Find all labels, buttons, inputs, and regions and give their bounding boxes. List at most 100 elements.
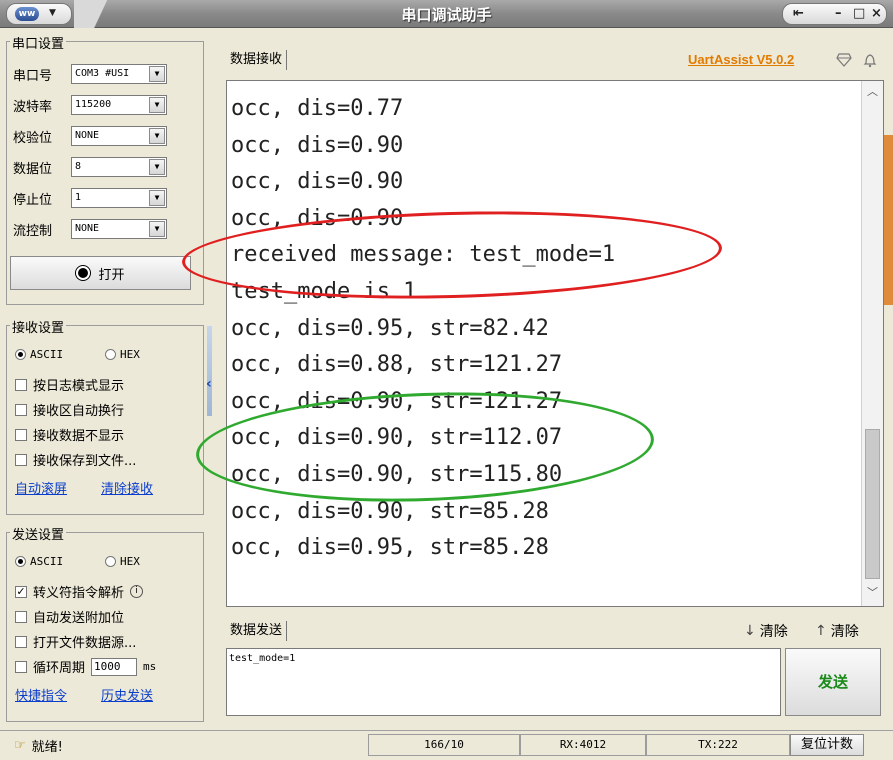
receive-settings-title: 接收设置 [10, 317, 67, 336]
log-mode-checkbox[interactable]: 按日志模式显示 [15, 375, 124, 394]
version-link[interactable]: UartAssist V5.0.2 [688, 52, 794, 67]
receive-hex-radio[interactable]: HEX [105, 348, 140, 361]
baud-select[interactable]: 115200 ▼ [71, 95, 167, 115]
checkbox-checked-icon[interactable]: ✓ [15, 585, 27, 598]
databits-row: 数据位 8 ▼ [13, 156, 167, 178]
send-history-link[interactable]: 历史发送 [101, 685, 153, 704]
pin-icon[interactable]: ⇤ [793, 6, 804, 21]
send-hex-label: HEX [120, 555, 140, 568]
receive-line: occ, dis=0.77 [231, 96, 404, 121]
chevron-down-icon[interactable]: ▼ [149, 190, 165, 206]
shortcut-commands-link[interactable]: 快捷指令 [15, 685, 67, 704]
clear-receive-link[interactable]: 清除接收 [101, 478, 153, 497]
port-select[interactable]: COM3 #USI ▼ [71, 64, 167, 84]
loop-send-checkbox[interactable]: 循环周期 1000 ms [15, 657, 156, 676]
parity-select[interactable]: NONE ▼ [71, 126, 167, 146]
chevron-down-icon[interactable]: ﹀ [862, 584, 883, 604]
reset-count-button[interactable]: 复位计数 [790, 734, 864, 756]
checkbox-icon[interactable] [15, 378, 27, 391]
receive-line: occ, dis=0.88, str=121.27 [231, 352, 563, 378]
stopbits-label: 停止位 [13, 192, 53, 208]
autoscroll-link[interactable]: 自动滚屏 [15, 478, 67, 497]
chevron-down-icon[interactable]: ▼ [149, 159, 165, 175]
chevron-down-icon[interactable]: ▼ [149, 128, 165, 144]
status-ready-label: 就绪! [31, 740, 63, 755]
tab-receive[interactable]: 数据接收 [226, 50, 288, 70]
hide-data-checkbox[interactable]: 接收数据不显示 [15, 425, 124, 444]
open-port-button[interactable]: 打开 [10, 256, 191, 290]
window-title: 串口调试助手 [401, 6, 492, 24]
radio-icon[interactable] [105, 556, 116, 567]
port-row: 串口号 COM3 #USI ▼ [13, 63, 167, 85]
receive-line: occ, dis=0.95, str=85.28 [231, 535, 549, 561]
send-ascii-label: ASCII [30, 555, 64, 568]
send-ascii-radio[interactable]: ASCII [15, 555, 63, 568]
checkbox-icon[interactable] [15, 453, 27, 466]
flow-label: 流控制 [13, 223, 53, 239]
serial-settings-title: 串口设置 [10, 33, 67, 52]
scrollbar-thumb[interactable] [865, 429, 880, 579]
side-accent-strip [884, 135, 893, 305]
clear-all-button[interactable]: ↑ 清除 [815, 621, 859, 641]
clear-send-button[interactable]: ↓ 清除 [744, 621, 788, 641]
bell-icon[interactable] [862, 52, 878, 68]
databits-select[interactable]: 8 ▼ [71, 157, 167, 177]
escape-parse-checkbox[interactable]: ✓ 转义符指令解析 i [15, 582, 144, 601]
checkbox-icon[interactable] [15, 403, 27, 416]
chevron-down-icon[interactable]: ▼ [149, 66, 165, 82]
receive-ascii-radio[interactable]: ASCII [15, 348, 63, 361]
chevron-up-icon[interactable]: ︿ [862, 83, 883, 103]
parity-label: 校验位 [13, 130, 53, 146]
splitter-handle[interactable] [207, 326, 212, 416]
receive-scrollbar[interactable]: ︿ ﹀ [861, 81, 883, 606]
panel-splitter[interactable]: ‹ [206, 326, 214, 416]
info-icon[interactable]: i [130, 585, 144, 598]
chevron-down-icon[interactable]: ▼ [149, 97, 165, 113]
log-mode-label: 按日志模式显示 [33, 379, 125, 394]
auto-append-label: 自动发送附加位 [33, 611, 125, 626]
status-counter: 166/10 [368, 734, 520, 756]
status-ready: ☞ 就绪! [14, 736, 63, 755]
arrow-down-icon: ↓ [744, 623, 756, 639]
hide-data-label: 接收数据不显示 [33, 429, 125, 444]
radio-selected-icon[interactable] [15, 349, 26, 360]
send-button[interactable]: 发送 [785, 648, 881, 716]
receive-line: occ, dis=0.90 [231, 132, 404, 158]
minimize-button[interactable]: – [835, 6, 842, 21]
send-hex-radio[interactable]: HEX [105, 555, 140, 568]
checkbox-icon[interactable] [15, 610, 27, 623]
receive-line: occ, dis=0.95, str=82.42 [231, 315, 549, 341]
loop-period-input[interactable]: 1000 [91, 657, 138, 676]
auto-wrap-label: 接收区自动换行 [33, 404, 125, 419]
radio-icon[interactable] [105, 349, 116, 360]
checkbox-icon[interactable] [15, 428, 27, 441]
checkbox-icon[interactable] [15, 660, 27, 673]
save-file-checkbox[interactable]: 接收保存到文件... [15, 450, 136, 469]
tab-send[interactable]: 数据发送 [226, 621, 288, 641]
diamond-icon[interactable] [836, 52, 852, 68]
open-file-source-checkbox[interactable]: 打开文件数据源... [15, 632, 136, 651]
receive-hex-label: HEX [120, 348, 140, 361]
save-file-label: 接收保存到文件... [33, 454, 137, 469]
maximize-button[interactable]: □ [853, 6, 865, 21]
collapse-left-icon[interactable]: ‹ [206, 376, 212, 392]
receive-ascii-label: ASCII [30, 348, 64, 361]
loop-unit-label: ms [143, 660, 157, 673]
radio-selected-icon[interactable] [15, 556, 26, 567]
checkbox-icon[interactable] [15, 635, 27, 648]
baud-value: 115200 [75, 99, 112, 110]
stopbits-select[interactable]: 1 ▼ [71, 188, 167, 208]
window-controls: ⇤ – □ × [782, 3, 887, 25]
stopbits-row: 停止位 1 ▼ [13, 187, 167, 209]
auto-append-checkbox[interactable]: 自动发送附加位 [15, 607, 124, 626]
send-input[interactable]: test_mode=1 [226, 648, 781, 716]
parity-row: 校验位 NONE ▼ [13, 125, 167, 147]
auto-wrap-checkbox[interactable]: 接收区自动换行 [15, 400, 124, 419]
status-tx: TX:222 [646, 734, 790, 756]
flow-select[interactable]: NONE ▼ [71, 219, 167, 239]
status-rx: RX:4012 [520, 734, 646, 756]
chevron-down-icon[interactable]: ▼ [149, 221, 165, 237]
parity-value: NONE [75, 130, 100, 141]
close-button[interactable]: × [871, 6, 882, 21]
receive-textarea[interactable]: occ, dis=0.77 occ, dis=0.90 occ, dis=0.9… [226, 80, 884, 607]
